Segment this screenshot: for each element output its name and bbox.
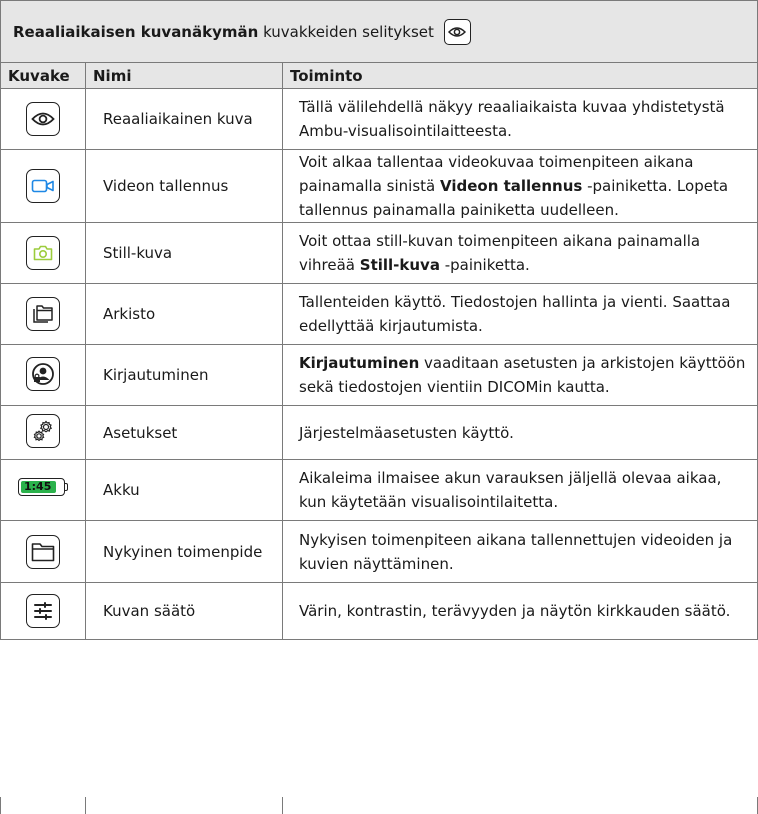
- icon-cell: 1:45: [0, 459, 86, 521]
- icon-cell: [0, 520, 86, 583]
- icon-cell: [0, 222, 86, 284]
- icon-cell: [0, 344, 86, 406]
- eye-icon: [443, 18, 471, 45]
- table-row: Videon tallennus Voit alkaa tallentaa vid…: [0, 149, 758, 223]
- icon-cell: [0, 283, 86, 345]
- icon-name: Arkisto: [85, 283, 283, 345]
- function-text: Tällä välilehdellä näkyy reaaliaikaista …: [299, 98, 725, 140]
- function-text: Nykyisen toimenpiteen aikana tallennettu…: [299, 530, 733, 573]
- icon-function: Järjestelmäasetusten käyttö.: [281, 405, 758, 460]
- table-title: Reaaliaikaisen kuvanäkymän kuvakkeiden s…: [0, 0, 758, 63]
- gears-icon: [26, 414, 60, 448]
- icon-name: Reaaliaikainen kuva: [85, 88, 283, 150]
- icon-cell: [0, 88, 86, 150]
- table-row: Kuvan säätö Värin, kontrastin, terävyyden…: [0, 582, 758, 640]
- table-row: Nykyinen toimenpide Nykyisen toimenpiteen…: [0, 520, 758, 583]
- video-camera-icon: [26, 169, 60, 203]
- function-text: Värin, kontrastin, terävyyden ja näytön …: [299, 602, 731, 620]
- table-row: 1:45 Akku Aikaleima ilmaisee akun varaukse…: [0, 459, 758, 521]
- battery-time-label: 1:45: [24, 479, 52, 493]
- icon-function: Voit alkaa tallentaa videokuvaa toimenpi…: [281, 149, 758, 223]
- archive-folders-icon: [26, 296, 60, 331]
- column-header-row: Kuvake Nimi Toiminto: [0, 62, 758, 89]
- function-text: -painiketta.: [439, 256, 530, 274]
- icon-cell: [0, 149, 86, 223]
- table-row: Kirjautuminen Kirjautuminen vaaditaan ase…: [0, 344, 758, 406]
- icon-name: Akku: [85, 459, 283, 521]
- icon-name: Videon tallennus: [85, 149, 283, 223]
- icon-name: Nykyinen toimenpide: [85, 520, 283, 583]
- function-text-bold: Videon tallennus: [440, 177, 583, 195]
- icon-function: Voit ottaa still-kuvan toimenpiteen aika…: [281, 222, 758, 284]
- icon-function: Tällä välilehdellä näkyy reaaliaikaista …: [281, 88, 758, 150]
- icon-name: Still-kuva: [85, 222, 283, 284]
- icon-function: Aikaleima ilmaisee akun varauksen jäljel…: [281, 459, 758, 521]
- function-text-bold: Still-kuva: [359, 256, 440, 274]
- table-continuation: [0, 797, 758, 814]
- icon-name: Kirjautuminen: [85, 344, 283, 406]
- icon-name: Kuvan säätö: [85, 582, 283, 640]
- photo-camera-icon: [26, 236, 60, 270]
- column-header-name: Nimi: [85, 62, 283, 89]
- table-row: Reaaliaikainen kuva Tällä välilehdellä nä…: [0, 88, 758, 150]
- battery-icon: 1:45: [18, 477, 68, 496]
- icon-legend-table: Reaaliaikaisen kuvanäkymän kuvakkeiden s…: [0, 0, 758, 640]
- column-header-function: Toiminto: [281, 62, 758, 89]
- icon-cell: [0, 405, 86, 460]
- function-text: Aikaleima ilmaisee akun varauksen jäljel…: [299, 469, 722, 511]
- table-row: Asetukset Järjestelmäasetusten käyttö.: [0, 405, 758, 460]
- table-row: Arkisto Tallenteiden käyttö. Tiedostojen …: [0, 283, 758, 345]
- table-title-bold: Reaaliaikaisen kuvanäkymän: [13, 22, 259, 41]
- table-title-rest: kuvakkeiden selitykset: [258, 22, 434, 41]
- function-text-bold: Kirjautuminen: [299, 354, 420, 372]
- icon-function: Nykyisen toimenpiteen aikana tallennettu…: [281, 520, 758, 583]
- eye-icon: [26, 102, 60, 136]
- icon-function: Värin, kontrastin, terävyyden ja näytön …: [281, 582, 758, 640]
- folder-icon: [26, 534, 60, 569]
- icon-name: Asetukset: [85, 405, 283, 460]
- icon-function: Tallenteiden käyttö. Tiedostojen hallint…: [281, 283, 758, 345]
- table-row: Still-kuva Voit ottaa still-kuvan toimenp…: [0, 222, 758, 284]
- column-header-icon: Kuvake: [0, 62, 86, 89]
- user-lock-icon: [26, 357, 60, 391]
- function-text: Tallenteiden käyttö. Tiedostojen hallint…: [299, 293, 731, 335]
- icon-function: Kirjautuminen vaaditaan asetusten ja ark…: [281, 344, 758, 406]
- sliders-icon: [26, 594, 60, 628]
- icon-cell: [0, 582, 86, 640]
- function-text: Järjestelmäasetusten käyttö.: [299, 423, 514, 442]
